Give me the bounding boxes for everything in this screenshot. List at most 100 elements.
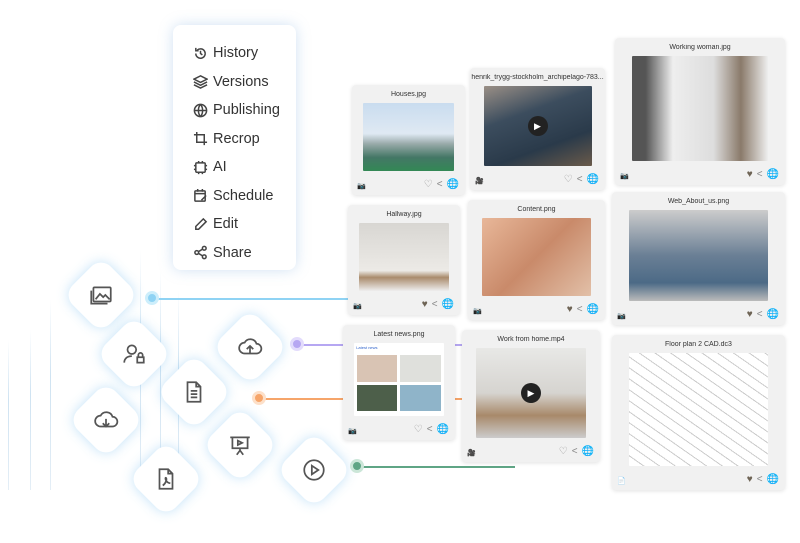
menu-item-schedule[interactable]: Schedule [193, 182, 296, 211]
asset-thumbnail[interactable]: ▶ [483, 86, 592, 166]
camera-icon: 📷 [357, 183, 366, 190]
asset-thumbnail[interactable] [363, 103, 454, 171]
play-button[interactable]: ▶ [520, 383, 541, 403]
share-icon[interactable]: < [437, 179, 443, 190]
asset-title: henrik_trygg-stockholm_archipelago-783..… [471, 74, 604, 81]
asset-card[interactable]: Working woman.jpg 📷 ♥ < 🌐 [615, 38, 785, 185]
connector-dot-purple [290, 337, 304, 351]
menu-label: History [213, 45, 259, 62]
camera-icon: 📷 [353, 303, 362, 310]
favorite-icon[interactable]: ♥ [747, 309, 753, 320]
menu-label: AI [213, 159, 227, 176]
user-lock-icon [123, 344, 145, 364]
asset-title: Latest news.png [373, 331, 425, 338]
favorite-icon[interactable]: ♡ [564, 174, 573, 185]
cloud-upload-icon [238, 338, 263, 355]
globe-icon[interactable]: 🌐 [582, 446, 594, 457]
menu-label: Schedule [213, 187, 274, 204]
globe-icon[interactable]: 🌐 [767, 474, 779, 485]
thumbnail-caption: Latest news [356, 345, 378, 350]
share-icon[interactable]: < [572, 446, 578, 457]
menu-item-versions[interactable]: Versions [193, 68, 296, 97]
connector-green [357, 466, 515, 468]
favorite-icon[interactable]: ♡ [414, 424, 423, 435]
globe-icon[interactable]: 🌐 [587, 174, 599, 185]
globe-icon [193, 103, 208, 118]
favorite-icon[interactable]: ♡ [424, 179, 433, 190]
connector-dot-orange [252, 391, 266, 405]
share-icon[interactable]: < [577, 174, 583, 185]
favorite-icon[interactable]: ♥ [747, 169, 753, 180]
menu-item-history[interactable]: History [193, 39, 296, 68]
asset-thumbnail[interactable] [481, 218, 592, 296]
calendar-edit-icon [194, 189, 207, 203]
document-icon [186, 381, 202, 403]
favorite-icon[interactable]: ♥ [747, 474, 753, 485]
asset-card[interactable]: Hallway.jpg 📷 ♥ < 🌐 [348, 205, 460, 315]
camera-icon: 📷 [617, 313, 626, 320]
asset-title: Houses.jpg [390, 91, 427, 98]
presentation-icon [230, 436, 250, 456]
share-icon[interactable]: < [432, 299, 438, 310]
asset-title: Work from home.mp4 [497, 336, 565, 343]
share-icon[interactable]: < [427, 424, 433, 435]
menu-item-edit[interactable]: Edit [193, 210, 296, 239]
cloud-download-icon [94, 411, 119, 428]
asset-card[interactable]: Content.png 📷 ♥ < 🌐 [468, 200, 605, 320]
video-node[interactable] [275, 431, 353, 509]
asset-card[interactable]: henrik_trygg-stockholm_archipelago-783..… [470, 68, 605, 190]
asset-card[interactable]: Work from home.mp4 ▶ 🎥 ♡ < 🌐 [462, 330, 600, 462]
video-icon: 🎥 [475, 178, 484, 185]
globe-icon[interactable]: 🌐 [587, 304, 599, 315]
image-gallery-icon [90, 286, 112, 305]
presentation-node[interactable] [201, 406, 279, 484]
asset-thumbnail[interactable] [632, 56, 768, 161]
menu-item-share[interactable]: Share [193, 239, 296, 268]
asset-card[interactable]: Latest news.png Latest news 📷 ♡ < 🌐 [343, 325, 455, 440]
asset-thumbnail[interactable] [629, 210, 768, 301]
ai-chip-icon [193, 160, 208, 174]
share-icon[interactable]: < [757, 309, 763, 320]
menu-label: Edit [213, 216, 238, 233]
asset-thumbnail[interactable]: Latest news [354, 343, 444, 416]
document-node[interactable] [155, 353, 233, 431]
asset-thumbnail[interactable]: ▶ [475, 348, 587, 438]
connector-dot-blue [145, 291, 159, 305]
favorite-icon[interactable]: ♡ [559, 446, 568, 457]
camera-icon: 📷 [473, 308, 482, 315]
menu-label: Versions [213, 73, 269, 90]
asset-title: Content.png [517, 206, 556, 213]
globe-icon[interactable]: 🌐 [767, 169, 779, 180]
camera-icon: 📷 [348, 428, 357, 435]
camera-icon: 📷 [620, 173, 629, 180]
asset-title: Working woman.jpg [669, 44, 731, 51]
video-icon: 🎥 [467, 450, 476, 457]
asset-card[interactable]: Web_About_us.png 📷 ♥ < 🌐 [612, 192, 785, 325]
connector-dot-green [350, 459, 364, 473]
globe-icon[interactable]: 🌐 [442, 299, 454, 310]
crop-icon [193, 132, 208, 146]
asset-title: Web_About_us.png [667, 198, 730, 205]
download-node[interactable] [67, 381, 145, 459]
menu-item-publishing[interactable]: Publishing [193, 96, 296, 125]
menu-label: Recrop [213, 130, 260, 147]
menu-item-recrop[interactable]: Recrop [193, 125, 296, 154]
asset-card[interactable]: Floor plan 2 CAD.dc3 📄 ♥ < 🌐 [612, 335, 785, 490]
share-icon[interactable]: < [757, 169, 763, 180]
globe-icon[interactable]: 🌐 [447, 179, 459, 190]
context-menu: History Versions Publishing Recrop AI Sc… [173, 25, 296, 270]
menu-item-ai[interactable]: AI [193, 153, 296, 182]
globe-icon[interactable]: 🌐 [767, 309, 779, 320]
favorite-icon[interactable]: ♥ [567, 304, 573, 315]
share-icon[interactable]: < [577, 304, 583, 315]
share-icon[interactable]: < [757, 474, 763, 485]
favorite-icon[interactable]: ♥ [422, 299, 428, 310]
play-button[interactable]: ▶ [527, 116, 548, 136]
layers-icon [193, 75, 208, 90]
asset-thumbnail[interactable] [629, 353, 768, 466]
globe-icon[interactable]: 🌐 [437, 424, 449, 435]
upload-node[interactable] [211, 308, 289, 386]
asset-card[interactable]: Houses.jpg 📷 ♡ < 🌐 [352, 85, 465, 195]
history-icon [195, 47, 206, 59]
asset-thumbnail[interactable] [359, 223, 449, 291]
